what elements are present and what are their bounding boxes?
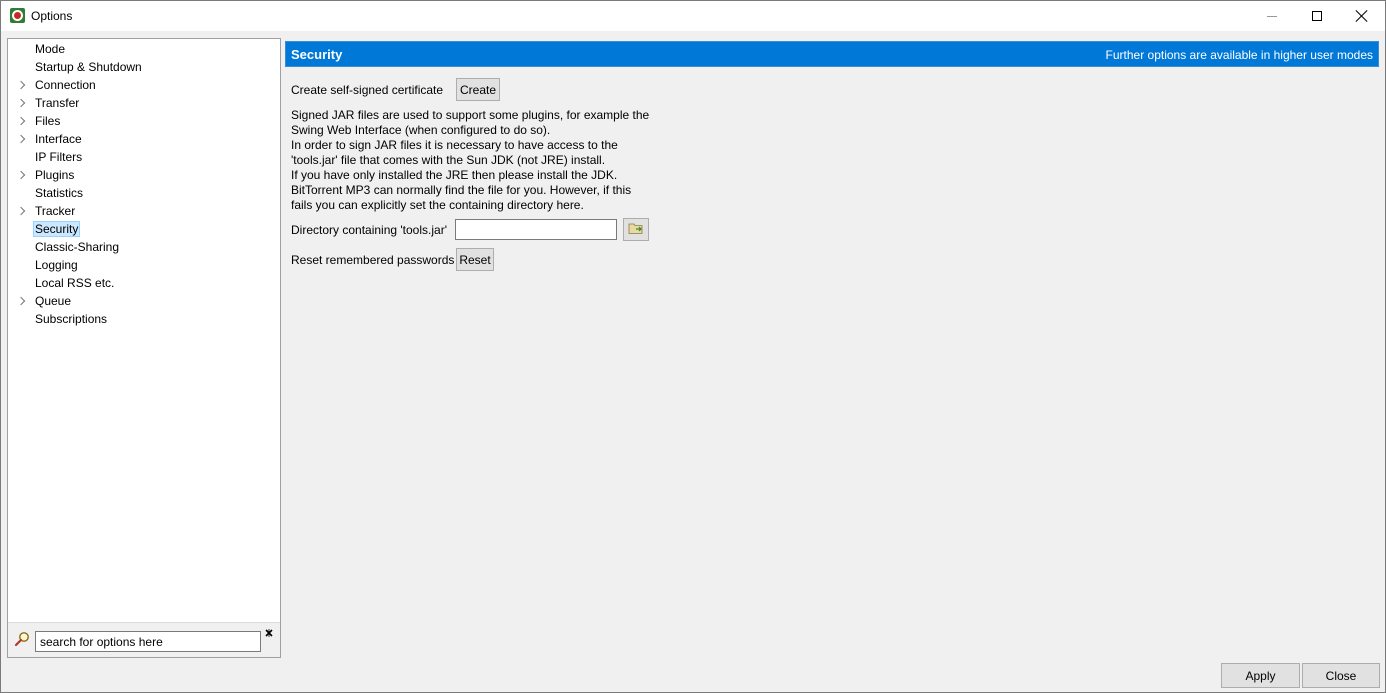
chevron-right-icon[interactable]: [16, 206, 26, 216]
sidebar-item-transfer[interactable]: Transfer: [8, 94, 280, 112]
sidebar-item-connection[interactable]: Connection: [8, 76, 280, 94]
sidebar-item-label: Queue: [35, 294, 72, 308]
description-text: Signed JAR files are used to support som…: [291, 108, 649, 213]
sidebar-item-classic-sharing[interactable]: Classic-Sharing: [8, 238, 280, 256]
toolsjar-directory-input[interactable]: [455, 219, 617, 240]
options-window: Options Mode Startup & Shutdown Connection…: [0, 0, 1386, 693]
sidebar-item-files[interactable]: Files: [8, 112, 280, 130]
sidebar-item-label: Subscriptions: [35, 312, 108, 326]
reset-passwords-button[interactable]: Reset: [456, 248, 494, 271]
search-icon: [14, 631, 30, 647]
section-header: Security Further options are available i…: [285, 41, 1379, 67]
title-bar: Options: [1, 1, 1385, 31]
description-line: 'tools.jar' file that comes with the Sun…: [291, 153, 606, 167]
window-title: Options: [31, 9, 73, 23]
sidebar-item-label: IP Filters: [35, 150, 83, 164]
chevron-right-icon[interactable]: [16, 80, 26, 90]
sidebar-item-statistics[interactable]: Statistics: [8, 184, 280, 202]
chevron-right-icon[interactable]: [16, 170, 26, 180]
chevron-right-icon[interactable]: [16, 296, 26, 306]
sidebar-item-tracker[interactable]: Tracker: [8, 202, 280, 220]
user-mode-note: Further options are available in higher …: [1105, 48, 1373, 62]
minimize-button[interactable]: [1249, 1, 1295, 31]
sidebar-item-label: Statistics: [35, 186, 84, 200]
create-certificate-button[interactable]: Create: [456, 78, 500, 101]
security-panel: Security Further options are available i…: [284, 38, 1381, 658]
apply-button[interactable]: Apply: [1221, 663, 1300, 688]
description-line: If you have only installed the JRE then …: [291, 168, 618, 182]
sidebar-item-label: Connection: [35, 78, 96, 92]
sidebar-item-subscriptions[interactable]: Subscriptions: [8, 310, 280, 328]
folder-icon: [628, 221, 644, 238]
maximize-icon: [1312, 11, 1322, 21]
sidebar-item-queue[interactable]: Queue: [8, 292, 280, 310]
sidebar-item-label: Transfer: [35, 96, 80, 110]
sidebar-item-plugins[interactable]: Plugins: [8, 166, 280, 184]
sidebar-item-security[interactable]: Security: [8, 220, 280, 238]
close-button[interactable]: Close: [1302, 663, 1380, 688]
sidebar-item-label: Mode: [35, 42, 66, 56]
description-line: Swing Web Interface (when configured to …: [291, 123, 551, 137]
sidebar-item-logging[interactable]: Logging: [8, 256, 280, 274]
browse-directory-button[interactable]: [623, 218, 649, 241]
certificate-label: Create self-signed certificate: [291, 83, 444, 97]
sidebar-item-label: Local RSS etc.: [35, 276, 115, 290]
reset-passwords-label: Reset remembered passwords: [291, 253, 455, 267]
maximize-button[interactable]: [1294, 1, 1340, 31]
app-icon: [10, 8, 25, 23]
sidebar-item-label: Plugins: [35, 168, 75, 182]
section-title: Security: [291, 47, 343, 62]
sidebar-search-area: [8, 622, 280, 657]
minimize-icon: [1267, 15, 1277, 17]
sidebar-item-label: Logging: [35, 258, 78, 272]
close-window-button[interactable]: [1339, 1, 1385, 31]
search-input[interactable]: [35, 631, 261, 652]
sidebar-item-label: Startup & Shutdown: [35, 60, 142, 74]
sidebar-item-label: Tracker: [35, 204, 76, 218]
sidebar-item-label: Classic-Sharing: [35, 240, 120, 254]
options-tree: Mode Startup & Shutdown Connection Transfer…: [8, 39, 280, 328]
description-line: In order to sign JAR files it is necessa…: [291, 138, 618, 152]
description-line: BitTorrent MP3 can normally find the fil…: [291, 183, 632, 197]
description-line: Signed JAR files are used to support som…: [291, 108, 650, 122]
sidebar-item-ip-filters[interactable]: IP Filters: [8, 148, 280, 166]
sidebar-item-label: Files: [35, 114, 61, 128]
sidebar-item-label: Security: [33, 221, 81, 237]
description-line: fails you can explicitly set the contain…: [291, 198, 584, 212]
chevron-right-icon[interactable]: [16, 134, 26, 144]
sidebar-item-label: Interface: [35, 132, 82, 146]
chevron-right-icon[interactable]: [16, 116, 26, 126]
sidebar-item-startup-shutdown[interactable]: Startup & Shutdown: [8, 58, 280, 76]
sidebar-item-local-rss-etc[interactable]: Local RSS etc.: [8, 274, 280, 292]
toolsjar-label: Directory containing 'tools.jar': [291, 223, 447, 237]
chevron-right-icon[interactable]: [16, 98, 26, 108]
close-icon: [1356, 10, 1368, 22]
sidebar-item-interface[interactable]: Interface: [8, 130, 280, 148]
clear-search-icon[interactable]: [264, 628, 274, 638]
options-sidebar: Mode Startup & Shutdown Connection Transfer…: [7, 38, 281, 658]
sidebar-item-mode[interactable]: Mode: [8, 40, 280, 58]
